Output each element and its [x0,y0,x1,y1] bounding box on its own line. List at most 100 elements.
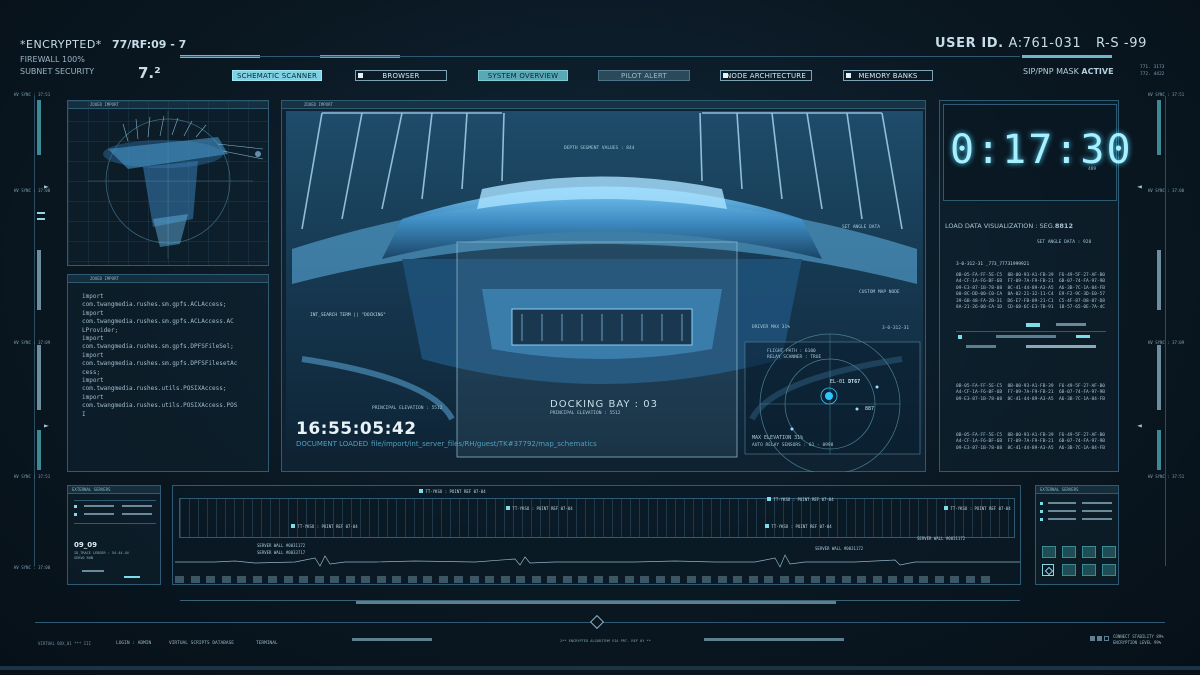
timeline-marker[interactable]: TT-YKSO : POINT REF 07-04 [506,506,573,511]
hv-sync-label: HV SYNC : 37:09 [14,340,51,345]
hex-row: 09-E3-87-1B-78-08 8C-41-44-89-A3-A5 A6-3… [956,396,1106,402]
panel-header: EXTERNAL SERVERS [68,486,160,494]
code-line: import [82,309,104,317]
set-angle-right: SET ANGLE DATA : 928 [1037,240,1092,245]
grid-button[interactable] [1102,564,1116,576]
panel-header: ZOOED IMPORT [68,101,268,109]
panel-header: ZOOED IMPORT [68,275,268,283]
code-line: import [82,393,104,401]
external-servers-right[interactable]: EXTERNAL SERVERS [1035,485,1119,585]
waveform-graph [175,554,1020,568]
data-visualization-panel[interactable]: 0:17:30 489 LOAD DATA VISUALIZATION : SE… [939,100,1131,472]
left-rail-3 [37,345,41,410]
footer-scripts[interactable]: VIRTUAL SCRIPTS DATABASE [169,641,234,646]
server-wall-label: SERVER WALL #0031172 [917,536,966,541]
timeline-marker[interactable]: TT-YKSO : POINT REF 07-04 [765,524,832,529]
trace-bars [82,570,152,580]
code-panel[interactable]: ZOOED IMPORT import com.twangmedia.rushes… [67,274,269,472]
hex-row: A4-CF-1A-F6-BF-6B F7-09-7A-F9-FB-21 6B-0… [956,390,1106,396]
timeline-marker[interactable]: TT-YKSO : POINT REF 07-04 [767,497,834,502]
footer-login[interactable]: LOGIN : ADMIN [116,641,151,646]
right-rail-2 [1157,250,1161,310]
hv-sync-label: HV SYNC : 37:51 [14,474,51,479]
tab-node-architecture[interactable]: NODE ARCHITECTURE [720,70,812,81]
max-elevation: MAX ELEVATION 31% [752,435,804,441]
panel-header: ZOOED IMPORT [282,101,925,109]
code-line: import [82,351,104,359]
hex-row: A4-CF-1A-F6-BF-6B F7-09-7A-F9-FB-21 6B-0… [956,439,1106,445]
panel-header: EXTERNAL SERVERS [1036,486,1118,494]
footer-terminal[interactable]: TERMINAL [256,641,278,646]
code-line: import [82,335,104,343]
timeline-track [179,498,1015,538]
center-diamond-icon [589,614,605,630]
external-servers-left[interactable]: EXTERNAL SERVERS 09_09 ID_TRACE LEDGER :… [67,485,161,585]
server-wall-label: SERVER WALL #0031172 [257,543,306,548]
hex-block-a: 0B-05-FA-FF-5E-C5 8B-00-93-A1-FB-39 F6-4… [956,273,1105,311]
right-rail-3 [1157,345,1161,410]
main-viewport[interactable]: ZOOED IMPORT DEPTH SEGMENT VALUES: 844 … [281,100,926,472]
grid-button[interactable] [1062,564,1076,576]
menu-lines-icon [37,212,45,220]
hv-sync-label: HV SYNC : 37:00 [1148,188,1185,193]
file-path[interactable]: file/import/int_server_files/RH/guest/TK… [371,440,597,448]
docking-bay-render [286,111,923,472]
footer-accent-bar [0,666,1200,670]
server-rows [1040,500,1116,526]
arrow-right-icon: ► [44,182,49,191]
hv-sync-label: HV SYNC : 37:51 [1148,474,1185,479]
encrypted-label: *ENCRYPTED* [20,38,102,51]
hv-sync-label: HV SYNC : 37:51 [1148,92,1185,97]
timeline-panel[interactable]: TT-YKSO : POINT REF 07-04 TT-YKSO : POIN… [172,485,1021,585]
diamond-icon[interactable] [1042,564,1054,576]
grid-button[interactable] [1102,546,1116,558]
auto-relay: AUTO RELAY SENSORS : 61 - 0998 [752,443,834,448]
tab-square-icon [846,73,851,78]
timeline-marker[interactable]: TT-YKSO : POINT REF 07-04 [419,489,486,494]
grid-button[interactable] [1062,546,1076,558]
control-grid[interactable] [1042,546,1116,580]
tab-pilot-alert[interactable]: PILOT ALERT [598,70,690,81]
tab-memory-banks[interactable]: MEMORY BANKS [843,70,933,81]
segment-blocks [175,576,1020,583]
arrow-left-icon: ◄ [1137,421,1142,430]
schematic-preview-panel[interactable]: ZOOED IMPORT [67,100,269,266]
code-line: import [82,377,104,385]
hex-block-b: 0B-05-FA-FF-5E-C5 8B-00-93-A1-FB-39 F6-4… [956,384,1105,403]
hex-row: A4-CF-1A-F6-BF-6B F7-09-7A-F9-FB-21 6B-0… [956,279,1106,285]
hv-sync-label: HV SYNC : 37:51 [14,92,51,97]
node-code: 3-0-312-31 [882,326,910,331]
code-line: com.twangmedia.rushes.sm.gpfs.ACLAccess; [82,301,227,309]
flight-path-readout: FLIGHT PATH : 6100 RELAY SCANNER : TRUE [767,349,822,360]
tab-schematic-scanner[interactable]: SCHEMATIC SCANNER [232,70,322,81]
grid-button[interactable] [1082,564,1096,576]
server-rows [74,500,156,524]
subnet-label: SUBNET SECURITY [20,67,95,76]
arrow-right-icon: ► [44,421,49,430]
custom-map-readout: CUSTOM MAP NODE [859,290,900,295]
timeline-marker[interactable]: TT-YKSO : POINT REF 07-04 [291,524,358,529]
code-line: com.twangmedia.rushes.sm.gpfs.DPFSFilese… [82,360,238,368]
status-squares-icon [1090,636,1110,641]
left-rail-1 [37,100,41,155]
right-frame-line [1165,96,1166,566]
code-line: com.twangmedia.rushes.sm.gpfs.DPFSFileSe… [82,343,234,351]
arrow-left-icon: ◄ [1137,182,1142,191]
radar-value: 887 [865,406,875,412]
scroll-thumb[interactable] [356,601,836,604]
tab-square-icon [723,73,728,78]
left-rail-2 [37,250,41,310]
set-angle-readout: SET ANGLE DATA [842,225,880,230]
status-bars [956,323,1106,353]
footer-bar [352,638,432,641]
timestamp: 16:55:05:42 [296,419,417,439]
version-label: 7.² [138,64,161,82]
user-id: USER ID. A:761-031 R-S -99 [935,36,1147,51]
firewall-label: FIREWALL 100% [20,55,85,64]
grid-button[interactable] [1042,546,1056,558]
tab-browser[interactable]: BROWSER [355,70,447,81]
timeline-marker[interactable]: TT-YKSO : POINT REF 07-04 [944,506,1011,511]
principal-elevation: PRINCIPAL ELEVATION : 5512 [372,406,443,411]
tab-system-overview[interactable]: SYSTEM OVERVIEW [478,70,568,81]
grid-button[interactable] [1082,546,1096,558]
